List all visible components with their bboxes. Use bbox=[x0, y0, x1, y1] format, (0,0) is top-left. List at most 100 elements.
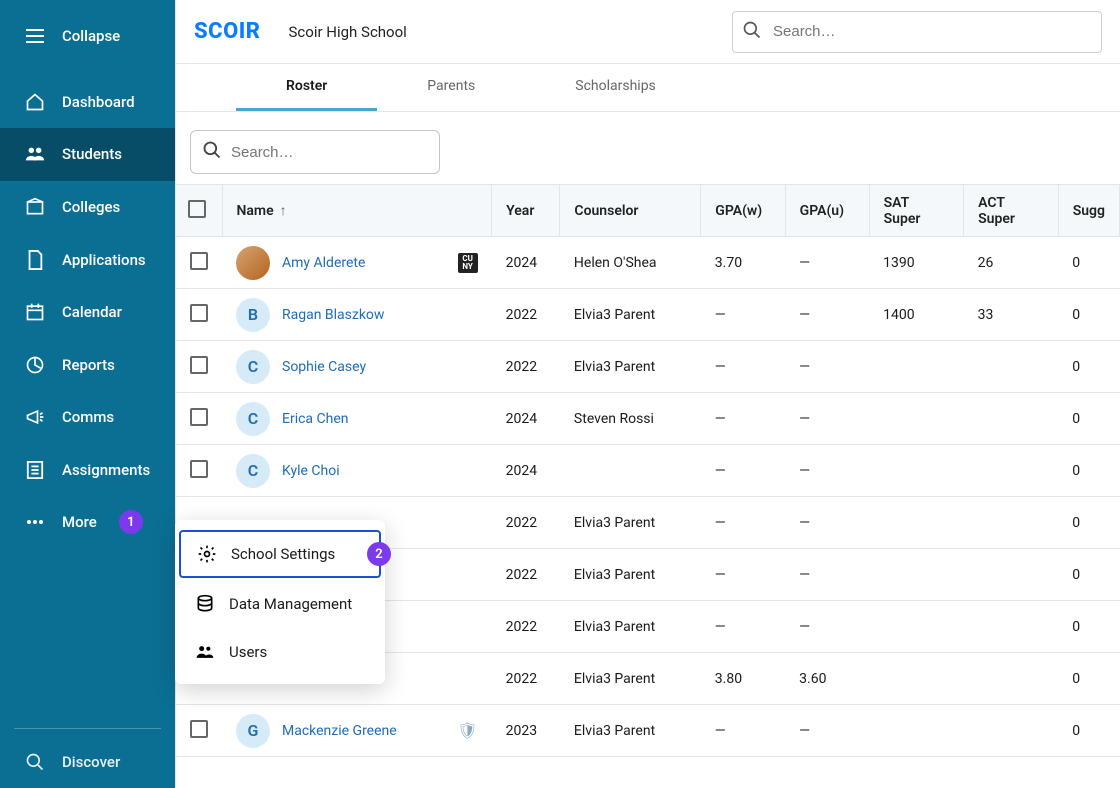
cell-year: 2022 bbox=[506, 671, 537, 687]
avatar: C bbox=[236, 350, 270, 384]
table-row[interactable]: CSophie Casey2022Elvia3 Parent——0 bbox=[176, 341, 1120, 393]
table-row[interactable]: CKyle Choi2024——0 bbox=[176, 445, 1120, 497]
step-badge-1: 1 bbox=[119, 510, 143, 534]
roster-search-input[interactable] bbox=[190, 130, 440, 174]
topbar: SCOIR Scoir High School bbox=[176, 0, 1120, 64]
cell-sugg: 0 bbox=[1072, 567, 1080, 583]
row-checkbox[interactable] bbox=[190, 408, 208, 426]
sidebar-item-label: Comms bbox=[62, 408, 114, 426]
cell-gpaw: — bbox=[715, 723, 726, 739]
table-row[interactable]: BRagan Blaszkow2022Elvia3 Parent——140033… bbox=[176, 289, 1120, 341]
row-checkbox[interactable] bbox=[190, 252, 208, 270]
cell-counselor: Elvia3 Parent bbox=[574, 307, 655, 323]
sidebar-collapse[interactable]: Collapse bbox=[0, 10, 175, 63]
filterbar bbox=[176, 112, 1120, 184]
home-icon bbox=[24, 91, 46, 113]
col-gpaw[interactable]: GPA(w) bbox=[715, 203, 762, 219]
cell-gpau: — bbox=[799, 255, 810, 271]
cuny-badge: CUNY bbox=[458, 253, 478, 273]
student-name[interactable]: Ragan Blaszkow bbox=[282, 307, 384, 323]
col-gpau[interactable]: GPA(u) bbox=[800, 203, 844, 219]
table-row[interactable]: GMackenzie Greene🛡2023Elvia3 Parent——0 bbox=[176, 705, 1120, 757]
student-name[interactable]: Erica Chen bbox=[282, 411, 349, 427]
cell-sugg: 0 bbox=[1072, 723, 1080, 739]
cell-gpau: 3.60 bbox=[799, 671, 826, 687]
tab-roster[interactable]: Roster bbox=[236, 64, 377, 111]
cell-counselor: Elvia3 Parent bbox=[574, 515, 655, 531]
cell-sugg: 0 bbox=[1072, 619, 1080, 635]
cell-gpau: — bbox=[799, 567, 810, 583]
search-icon bbox=[24, 751, 46, 773]
tab-label: Roster bbox=[286, 78, 327, 94]
avatar: C bbox=[236, 454, 270, 488]
popover-item-label: School Settings bbox=[231, 545, 335, 563]
sidebar-item-students[interactable]: Students bbox=[0, 128, 175, 181]
popover-item-school-settings[interactable]: School Settings 2 bbox=[179, 530, 381, 578]
sidebar-item-applications[interactable]: Applications bbox=[0, 233, 175, 286]
row-checkbox[interactable] bbox=[190, 460, 208, 478]
cell-year: 2024 bbox=[506, 411, 537, 427]
calendar-icon bbox=[24, 301, 46, 323]
global-search-input[interactable] bbox=[732, 11, 1102, 53]
avatar bbox=[236, 246, 270, 280]
student-name[interactable]: Amy Alderete bbox=[282, 255, 365, 271]
cell-counselor: Helen O'Shea bbox=[574, 255, 657, 271]
menu-icon bbox=[24, 25, 46, 47]
col-year[interactable]: Year bbox=[506, 203, 534, 219]
cell-sat: 1390 bbox=[883, 255, 914, 271]
table-row[interactable]: CErica Chen2024Steven Rossi——0 bbox=[176, 393, 1120, 445]
sidebar-item-calendar[interactable]: Calendar bbox=[0, 286, 175, 339]
sidebar-item-label: Calendar bbox=[62, 303, 122, 321]
avatar: B bbox=[236, 298, 270, 332]
student-name[interactable]: Mackenzie Greene bbox=[282, 723, 397, 739]
sidebar-item-label: Reports bbox=[62, 356, 115, 374]
sidebar-item-more[interactable]: More 1 bbox=[0, 496, 175, 549]
cell-counselor: Elvia3 Parent bbox=[574, 359, 655, 375]
sidebar-item-comms[interactable]: Comms bbox=[0, 391, 175, 444]
cell-year: 2022 bbox=[506, 619, 537, 635]
sidebar-item-discover[interactable]: Discover bbox=[0, 735, 175, 788]
cell-gpaw: — bbox=[715, 515, 726, 531]
tab-parents[interactable]: Parents bbox=[377, 64, 525, 111]
student-name[interactable]: Kyle Choi bbox=[282, 463, 340, 479]
cell-year: 2024 bbox=[506, 255, 537, 271]
tab-label: Scholarships bbox=[575, 78, 656, 94]
tab-scholarships[interactable]: Scholarships bbox=[525, 64, 706, 111]
col-act[interactable]: ACT Super bbox=[978, 195, 1015, 227]
sidebar-item-dashboard[interactable]: Dashboard bbox=[0, 76, 175, 129]
col-name[interactable]: Name bbox=[237, 203, 274, 219]
row-checkbox[interactable] bbox=[190, 356, 208, 374]
logo: SCOIR bbox=[194, 19, 261, 44]
cell-sugg: 0 bbox=[1072, 359, 1080, 375]
col-sugg[interactable]: Sugg bbox=[1073, 203, 1105, 219]
roster-search[interactable] bbox=[190, 130, 440, 174]
cell-sugg: 0 bbox=[1072, 255, 1080, 271]
cell-act: 26 bbox=[978, 255, 994, 271]
cell-sat: 1400 bbox=[883, 307, 914, 323]
cell-counselor: Elvia3 Parent bbox=[574, 723, 655, 739]
tab-label: Parents bbox=[427, 78, 475, 94]
shield-icon: 🛡 bbox=[457, 721, 477, 740]
document-icon bbox=[24, 249, 46, 271]
cell-gpau: — bbox=[799, 307, 810, 323]
sidebar-item-reports[interactable]: Reports bbox=[0, 338, 175, 391]
row-checkbox[interactable] bbox=[190, 304, 208, 322]
sidebar: Collapse Dashboard Students Colleges App… bbox=[0, 0, 175, 788]
cell-counselor: Elvia3 Parent bbox=[574, 619, 655, 635]
row-checkbox[interactable] bbox=[190, 720, 208, 738]
student-name[interactable]: Sophie Casey bbox=[282, 359, 366, 375]
cell-gpau: — bbox=[799, 723, 810, 739]
popover-item-data-management[interactable]: Data Management bbox=[175, 580, 385, 628]
global-search[interactable] bbox=[732, 11, 1102, 53]
table-row[interactable]: Amy AldereteCUNY2024Helen O'Shea3.70—139… bbox=[176, 237, 1120, 289]
sidebar-item-colleges[interactable]: Colleges bbox=[0, 181, 175, 234]
select-all-checkbox[interactable] bbox=[188, 200, 206, 218]
database-icon bbox=[195, 594, 215, 614]
sidebar-item-assignments[interactable]: Assignments bbox=[0, 443, 175, 496]
table-wrap[interactable]: Name↑ Year Counselor GPA(w) GPA(u) SAT S… bbox=[176, 184, 1120, 788]
popover-item-label: Data Management bbox=[229, 595, 352, 613]
col-counselor[interactable]: Counselor bbox=[574, 203, 638, 219]
sidebar-collapse-label: Collapse bbox=[62, 27, 120, 45]
popover-item-users[interactable]: Users bbox=[175, 628, 385, 676]
col-sat[interactable]: SAT Super bbox=[884, 195, 921, 227]
